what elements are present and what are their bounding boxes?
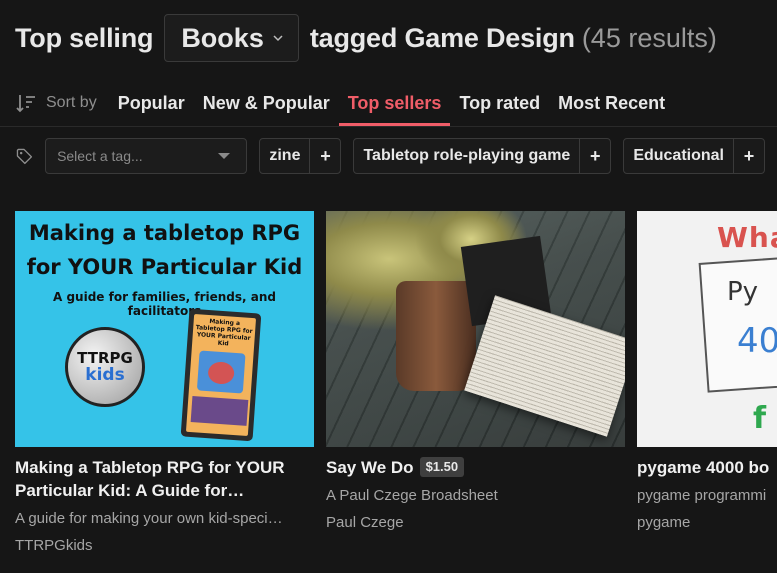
sort-tab-new-popular[interactable]: New & Popular (194, 80, 339, 126)
tag-pill-link[interactable]: Tabletop role-playing game (354, 139, 581, 173)
sort-label: Sort by (15, 92, 97, 114)
tag-select-placeholder: Select a tag... (57, 148, 143, 164)
header-prefix: Top selling (15, 22, 154, 53)
cover-line-2: for YOUR Particular Kid (26, 255, 303, 279)
logo-kids: kids (85, 365, 125, 385)
game-card: Say We Do $1.50 A Paul Czege Broadsheet P… (326, 211, 625, 533)
page-header: Top selling Books tagged Game Design (45… (15, 13, 717, 63)
game-description: pygame programmi (637, 487, 767, 504)
ttrpgkids-logo: TTRPG kids (65, 327, 145, 407)
cover-py: Py (727, 277, 759, 307)
game-title[interactable]: Say We Do $1.50 (326, 456, 625, 479)
game-title[interactable]: Making a Tabletop RPG for YOUR Particula… (15, 456, 314, 502)
game-card: Making a tabletop RPG for YOUR Particula… (15, 211, 314, 556)
cover-line-1: Making a tabletop RPG (28, 221, 301, 245)
game-author[interactable]: TTRPGkids (15, 536, 314, 556)
game-description: A Paul Czege Broadsheet (326, 487, 498, 504)
add-tag-plus-icon[interactable]: + (580, 139, 610, 173)
game-author[interactable]: pygame (637, 513, 777, 533)
header-suffix: tagged Game Design (309, 22, 575, 53)
game-title[interactable]: pygame 4000 bo (637, 456, 777, 479)
game-grid: Making a tabletop RPG for YOUR Particula… (15, 211, 777, 573)
classification-label: Books (181, 22, 264, 53)
tag-icon (16, 148, 33, 165)
book-title-text: Making a Tabletop RPG for YOUR Particula… (195, 318, 253, 348)
tag-select[interactable]: Select a tag... (45, 138, 248, 174)
result-count: (45 results) (581, 22, 717, 53)
add-tag-plus-icon[interactable]: + (310, 139, 340, 173)
tag-pill-zine: zine + (259, 138, 342, 174)
cover-line-3: A guide for families, friends, and facil… (53, 290, 276, 318)
cover-f: f (753, 401, 767, 436)
game-title-text: pygame 4000 bo (637, 458, 770, 477)
game-card: Wha Py 40 f pygame 4000 bo pygame progra… (637, 211, 777, 533)
cover-40: 40 (737, 321, 777, 361)
tag-pill-link[interactable]: Educational (624, 139, 734, 173)
add-tag-plus-icon[interactable]: + (734, 139, 764, 173)
sort-tab-top-rated[interactable]: Top rated (450, 80, 549, 126)
sort-bar: Sort by Popular New & Popular Top seller… (15, 80, 777, 126)
tag-pill-tabletop-rpg: Tabletop role-playing game + (353, 138, 612, 174)
sort-label-text: Sort by (46, 94, 97, 111)
chevron-down-icon (273, 35, 283, 42)
cover-wha: Wha (717, 221, 777, 254)
sort-tab-most-recent[interactable]: Most Recent (549, 80, 674, 126)
sort-tab-top-sellers[interactable]: Top sellers (338, 80, 451, 126)
book-illustration: Making a Tabletop RPG for YOUR Particula… (180, 308, 262, 442)
game-thumbnail[interactable]: Making a tabletop RPG for YOUR Particula… (15, 211, 314, 447)
game-description: A guide for making your own kid-speci… (15, 510, 283, 527)
sort-divider (0, 126, 777, 127)
sort-icon (16, 95, 35, 113)
logo-ttrpg: TTRPG (77, 349, 133, 367)
game-title-text: Making a Tabletop RPG for YOUR Particula… (15, 458, 285, 500)
game-thumbnail[interactable] (326, 211, 625, 447)
classification-dropdown[interactable]: Books (164, 14, 299, 62)
tag-pill-link[interactable]: zine (260, 139, 311, 173)
caret-down-icon (218, 153, 231, 159)
tag-pill-educational: Educational + (623, 138, 765, 174)
tag-bar: Select a tag... zine + Tabletop role-pla… (15, 138, 777, 174)
game-thumbnail[interactable]: Wha Py 40 f (637, 211, 777, 447)
price-badge: $1.50 (419, 457, 465, 477)
game-author[interactable]: Paul Czege (326, 513, 625, 533)
sort-tab-popular[interactable]: Popular (109, 80, 194, 126)
game-title-text: Say We Do (326, 458, 414, 477)
